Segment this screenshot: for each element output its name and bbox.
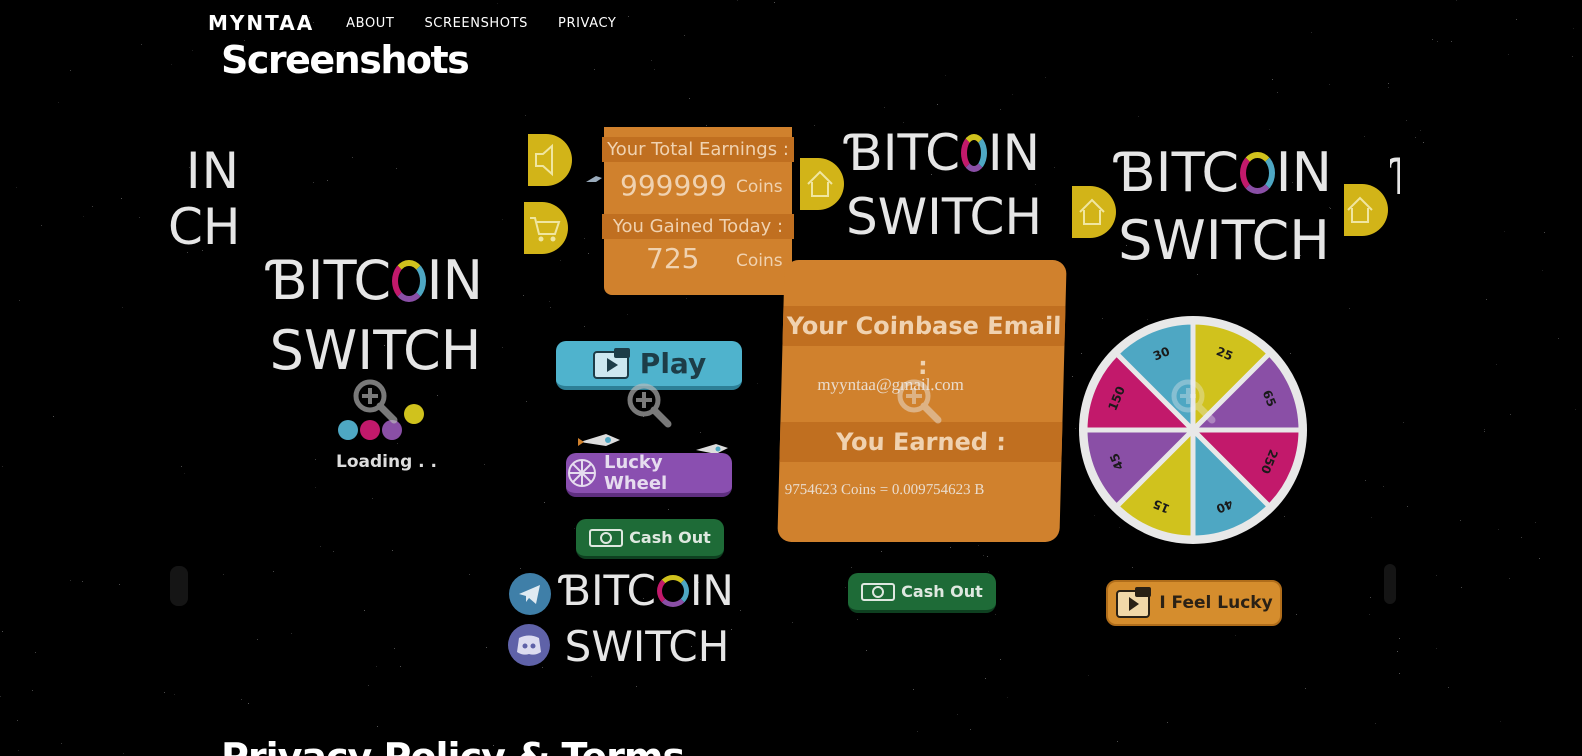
cash-icon: [589, 528, 624, 547]
logo-text-switch: SWITCH: [846, 188, 1043, 246]
zoom-icon[interactable]: [624, 380, 672, 428]
logo-text-switch: SWITCH: [269, 319, 482, 382]
home-icon: [1347, 196, 1373, 223]
today-gained-unit: Coins: [736, 251, 783, 271]
ad-video-icon: [592, 347, 630, 379]
zoom-icon[interactable]: [1168, 376, 1216, 424]
shop-button: [524, 202, 568, 254]
logo-ring-icon: [392, 260, 426, 302]
today-gained-label: You Gained Today :: [602, 214, 794, 239]
nav-link-about[interactable]: ABOUT: [346, 16, 394, 31]
carousel-edge-right-button: [1384, 564, 1396, 604]
coinbase-email-value: myyntaa@gmail.com: [817, 375, 965, 394]
logo-text-switch: SWITCH: [1118, 209, 1330, 272]
brand-logo-link[interactable]: MYNTAA: [208, 11, 314, 35]
zoom-icon[interactable]: [894, 376, 942, 424]
total-earnings-value: 999999: [620, 169, 727, 202]
you-earned-value: 9754623 Coins = 0.009754623 B: [784, 482, 985, 498]
logo-ring-icon: [1240, 152, 1275, 194]
rocket-icon: [586, 176, 602, 182]
logo-fragment-bottom: CH: [168, 198, 241, 256]
bitcoin-switch-logo: ƁITC IN SWITCH: [556, 570, 738, 668]
home-icon: [807, 170, 833, 197]
coinbase-email-label: Your Coinbase Email :: [782, 306, 1066, 380]
logo-ring-icon: [961, 134, 987, 172]
earnings-panel: Your Total Earnings : 999999 Coins You G…: [602, 127, 794, 295]
carousel-edge-right-logo: Ɓ: [1390, 152, 1400, 202]
logo-text-in: IN: [987, 124, 1040, 182]
loading-text: Loading . .: [336, 452, 438, 472]
page-title: Screenshots: [221, 38, 470, 82]
logo-text-bitc: ƁITC: [560, 566, 656, 615]
cart-icon: [530, 217, 561, 242]
nav-links: ABOUT SCREENSHOTS PRIVACY: [330, 16, 630, 31]
play-label: Play: [639, 347, 707, 380]
telegram-button: [509, 573, 551, 615]
privacy-section-title: Privacy Policy & Terms: [221, 738, 684, 756]
today-gained-value: 725: [646, 242, 700, 275]
home-icon: [1079, 198, 1105, 225]
i-feel-lucky-label: I Feel Lucky: [1159, 593, 1273, 613]
sound-icon: [535, 143, 553, 177]
logo-ring-icon: [656, 575, 689, 607]
loading-dot-yellow: [404, 404, 424, 424]
logo-fragment-top: IN: [185, 142, 240, 200]
nav-link-screenshots[interactable]: SCREENSHOTS: [424, 16, 528, 31]
bitcoin-switch-logo: ƁITC IN SWITCH: [1116, 146, 1332, 268]
wheel-hub: [1187, 424, 1199, 436]
logo-fragment-right: Ɓ: [1390, 152, 1400, 202]
zoom-icon[interactable]: [350, 376, 398, 424]
sound-button: [528, 134, 572, 186]
ad-video-icon: [1116, 587, 1152, 618]
top-nav: MYNTAA ABOUT SCREENSHOTS PRIVACY: [208, 6, 630, 40]
cash-icon: [861, 582, 896, 601]
carousel-edge-left-button: [170, 566, 188, 606]
cash-out-label: Cash Out: [629, 528, 711, 547]
lucky-wheel-label: Lucky Wheel: [603, 452, 668, 494]
cash-out-button: Cash Out: [848, 573, 996, 613]
nav-link-privacy[interactable]: PRIVACY: [558, 16, 616, 31]
logo-text-bitc: ƁITC: [1116, 141, 1240, 204]
wheel-icon: [567, 459, 596, 487]
home-button: [800, 158, 844, 210]
logo-text-bitc: ƁITC: [846, 124, 961, 182]
total-earnings-label: Your Total Earnings :: [602, 137, 794, 162]
logo-text-in: IN: [426, 249, 483, 312]
logo-text-in: IN: [689, 566, 734, 615]
bitcoin-switch-logo: ƁITC IN SWITCH: [846, 124, 1043, 246]
cash-out-button: Cash Out: [576, 519, 724, 559]
bitcoin-switch-logo: ƁITC IN SWITCH: [268, 254, 483, 378]
lucky-wheel-button: Lucky Wheel: [566, 452, 732, 497]
logo-text-in: IN: [1275, 141, 1332, 204]
carousel-edge-left-logo: IN CH: [168, 142, 241, 256]
lucky-wheel: 256525040154515030: [1079, 316, 1307, 544]
telegram-icon: [519, 585, 540, 604]
total-earnings-unit: Coins: [736, 177, 783, 197]
discord-icon: [517, 635, 541, 655]
rocket-icon: [578, 434, 620, 446]
logo-text-switch: SWITCH: [564, 622, 730, 671]
home-button: [1072, 186, 1116, 238]
discord-button: [508, 624, 550, 666]
cash-out-label: Cash Out: [901, 582, 983, 601]
home-button: [1344, 184, 1388, 236]
you-earned-label: You Earned :: [779, 422, 1063, 462]
logo-text-bitc: ƁITC: [268, 249, 392, 312]
i-feel-lucky-button: I Feel Lucky: [1106, 580, 1282, 626]
